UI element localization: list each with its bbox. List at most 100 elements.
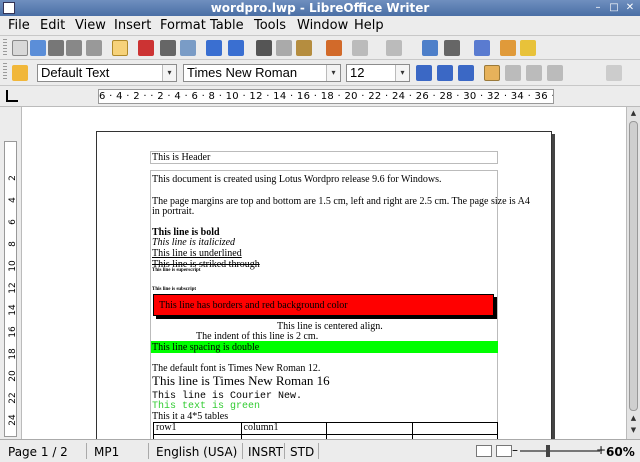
vruler-label: 10 [8, 260, 18, 272]
vertical-ruler[interactable]: 2 4 6 8 10 12 14 16 18 20 22 24 [0, 107, 22, 439]
menu-window[interactable]: Window [297, 18, 348, 33]
italic-icon[interactable] [437, 65, 453, 81]
menu-table[interactable]: Table [210, 18, 244, 33]
maximize-button[interactable]: □ [608, 2, 620, 14]
vruler-label: 20 [8, 370, 18, 382]
document-canvas[interactable]: This is Header This document is created … [22, 107, 626, 439]
vruler-label: 4 [8, 197, 18, 203]
scroll-up-icon[interactable]: ▲ [628, 108, 639, 119]
menu-insert[interactable]: Insert [114, 18, 151, 33]
scroll-up-icon[interactable]: ▲ [628, 413, 639, 424]
margins-paragraph-line2: in portrait. [152, 206, 195, 217]
vruler-label: 6 [8, 219, 18, 225]
bold-icon[interactable] [416, 65, 432, 81]
menu-format[interactable]: Format [160, 18, 206, 33]
menu-bar: File Edit View Insert Format Table Tools… [0, 16, 640, 36]
edit-mode-icon[interactable] [112, 40, 128, 56]
undo-icon[interactable] [352, 40, 368, 56]
layout-multi-page-icon[interactable] [496, 445, 512, 457]
toolbar-grip[interactable] [3, 63, 7, 81]
menu-view[interactable]: View [75, 18, 106, 33]
menu-help[interactable]: Help [354, 18, 384, 33]
page-style[interactable]: MP1 [94, 445, 119, 459]
print-icon[interactable] [160, 40, 176, 56]
table-cell[interactable]: row1 [153, 422, 242, 435]
minimize-button[interactable]: – [592, 2, 604, 14]
find-replace-icon[interactable] [500, 40, 516, 56]
clone-formatting-icon[interactable] [326, 40, 342, 56]
layout-single-page-icon[interactable] [476, 445, 492, 457]
paste-icon[interactable] [296, 40, 312, 56]
window-title: wordpro.lwp - LibreOffice Writer [210, 1, 430, 15]
page-count[interactable]: Page 1 / 2 [8, 445, 68, 459]
insert-mode[interactable]: INSRT [248, 445, 283, 459]
chevron-down-icon[interactable]: ▾ [326, 65, 340, 81]
spellcheck-icon[interactable] [206, 40, 222, 56]
vruler-label: 12 [8, 282, 18, 294]
zoom-in-icon[interactable]: + [596, 443, 606, 457]
vruler-label: 18 [8, 348, 18, 360]
scroll-down-icon[interactable]: ▼ [628, 425, 639, 436]
font-name-combo[interactable]: Times New Roman ▾ [183, 64, 341, 82]
scrollbar-thumb[interactable] [629, 121, 638, 411]
margins-paragraph-line1: The page margins are top and bottom are … [152, 196, 530, 207]
standard-toolbar [0, 36, 640, 60]
new-document-icon[interactable] [30, 40, 46, 56]
vruler-label: 8 [8, 241, 18, 247]
align-left-icon[interactable] [484, 65, 500, 81]
zoom-out-icon[interactable]: – [512, 443, 518, 457]
horizontal-ruler[interactable]: 6 · 4 · 2 · · 2 · 4 · 6 · 8 · 10 · 12 · … [98, 89, 554, 104]
paragraph-style-combo[interactable]: Default Text ▾ [37, 64, 177, 82]
redo-icon[interactable] [386, 40, 402, 56]
horizontal-ruler-bar: 6 · 4 · 2 · · 2 · 4 · 6 · 8 · 10 · 12 · … [0, 86, 640, 107]
copy-icon[interactable] [276, 40, 292, 56]
header-text: This is Header [152, 152, 211, 163]
menu-tools[interactable]: Tools [254, 18, 286, 33]
table-cell[interactable] [326, 422, 413, 435]
status-bar: Page 1 / 2 MP1 English (USA) INSRT STD –… [0, 439, 640, 462]
zoom-slider[interactable] [520, 450, 600, 452]
print-preview-icon[interactable] [180, 40, 196, 56]
table-icon[interactable] [444, 40, 460, 56]
cut-icon[interactable] [256, 40, 272, 56]
align-center-icon[interactable] [505, 65, 521, 81]
export-pdf-icon[interactable] [138, 40, 154, 56]
status-separator [148, 443, 149, 459]
chevron-down-icon[interactable]: ▾ [395, 65, 409, 81]
bordered-line: This line has borders and red background… [159, 300, 348, 311]
hyperlink-icon[interactable] [422, 40, 438, 56]
menu-file[interactable]: File [8, 18, 30, 33]
font-size-combo[interactable]: 12 ▾ [346, 64, 410, 82]
email-icon[interactable] [86, 40, 102, 56]
font-size-value: 12 [350, 65, 365, 80]
toolbar-options-icon[interactable] [12, 40, 28, 56]
underline-icon[interactable] [458, 65, 474, 81]
close-button[interactable]: ✕ [624, 2, 636, 14]
vertical-scrollbar[interactable]: ▲ ▲ ▼ [626, 107, 640, 439]
align-right-icon[interactable] [526, 65, 542, 81]
table-cell[interactable] [411, 422, 499, 435]
navigator-icon[interactable] [520, 40, 536, 56]
toolbar-grip[interactable] [3, 39, 7, 57]
chevron-down-icon[interactable]: ▾ [162, 65, 176, 81]
underline-line: This line is underlined [152, 248, 242, 259]
show-draw-functions-icon[interactable] [474, 40, 490, 56]
justify-icon[interactable] [547, 65, 563, 81]
zoom-level[interactable]: 60% [606, 445, 635, 459]
double-spacing-line: This line spacing is double [152, 342, 260, 353]
table-cell[interactable]: column1 [240, 422, 328, 435]
tab-stop-type-icon[interactable] [6, 90, 18, 102]
title-bar: wordpro.lwp - LibreOffice Writer – □ ✕ [0, 0, 640, 16]
save-icon[interactable] [66, 40, 82, 56]
open-icon[interactable] [48, 40, 64, 56]
autospellcheck-icon[interactable] [228, 40, 244, 56]
selection-mode[interactable]: STD [290, 445, 314, 459]
table-row: row1 column1 [153, 422, 499, 435]
language-status[interactable]: English (USA) [156, 445, 237, 459]
document-table[interactable]: row1 column1 [153, 422, 499, 439]
menu-edit[interactable]: Edit [40, 18, 65, 33]
zoom-slider-knob[interactable] [546, 445, 550, 457]
toolbar-back-icon[interactable] [606, 65, 622, 81]
styles-formatting-icon[interactable] [12, 65, 28, 81]
formatting-toolbar: Default Text ▾ Times New Roman ▾ 12 ▾ [0, 60, 640, 86]
